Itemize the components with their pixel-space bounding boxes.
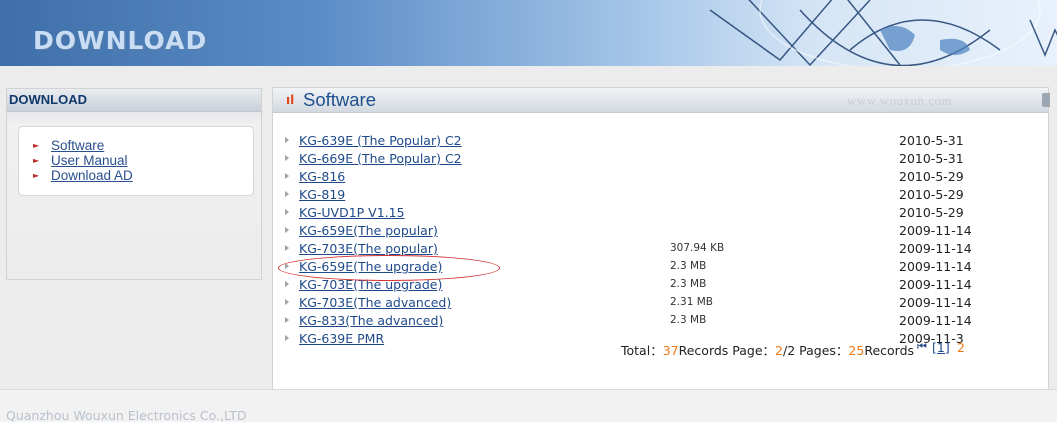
item-size: 2.3 MB [670, 314, 707, 326]
list-item[interactable]: KG-UVD1P V1.15 2010-5-29 [285, 205, 1055, 222]
list-item[interactable]: KG-703E(The advanced) 2.31 MB 2009-11-14 [285, 295, 1055, 312]
item-date: 2010-5-29 [899, 205, 964, 220]
left-sidebar: DOWNLOAD ► Software ► User Manual ► Downloa… [6, 88, 262, 280]
page-link-1[interactable]: [1] [932, 340, 950, 355]
item-date: 2010-5-29 [899, 169, 964, 184]
item-size: 307.94 KB [670, 242, 725, 254]
bullet-icon: ► [33, 141, 40, 150]
sidebar-item-download-ad[interactable]: ► Download AD [33, 168, 253, 183]
pager-per-page: 25 [848, 343, 865, 358]
arrow-right-icon [285, 281, 289, 287]
item-link[interactable]: KG-703E(The advanced) [299, 295, 451, 310]
item-link[interactable]: KG-703E(The popular) [299, 241, 438, 256]
sidebar-menu: ► Software ► User Manual ► Download AD [18, 126, 254, 196]
item-date: 2010-5-29 [899, 187, 964, 202]
list-item[interactable]: KG-639E (The Popular) C2 2010-5-31 [285, 133, 1055, 150]
item-link[interactable]: KG-819 [299, 187, 345, 202]
scroll-tab[interactable] [1042, 93, 1050, 107]
panel-header: ıl Software www.wouxun.com [273, 88, 1050, 113]
list-item[interactable]: KG-659E(The popular) 2009-11-14 [285, 223, 1055, 240]
header-banner: DOWNLOAD [0, 0, 1057, 66]
arrow-right-icon [285, 245, 289, 251]
first-page-icon[interactable]: ⏮ [917, 340, 927, 354]
bar-chart-icon: ıl [286, 93, 295, 107]
item-size: 2.3 MB [670, 278, 707, 290]
item-link[interactable]: KG-833(The advanced) [299, 313, 443, 328]
item-link[interactable]: KG-659E(The popular) [299, 223, 438, 238]
pagination: Total：37Records Page：2/2 Pages：25Records… [621, 340, 965, 359]
pager-total-label: Total： [621, 343, 663, 358]
arrow-right-icon [285, 317, 289, 323]
pager-per-page-label: Records [864, 343, 915, 358]
sidebar-header: DOWNLOAD [7, 89, 261, 112]
arrow-right-icon [285, 299, 289, 305]
pager-pages: /2 Pages： [783, 343, 849, 358]
watermark-text: www.wouxun.com [847, 93, 953, 108]
arrow-right-icon [285, 335, 289, 341]
sidebar-item-software[interactable]: ► Software [33, 138, 253, 153]
pager-records-label: Records Page： [678, 343, 776, 358]
sidebar-link-software[interactable]: Software [51, 138, 104, 153]
arrow-right-icon [285, 191, 289, 197]
highlight-circle [278, 255, 500, 281]
panel-title: Software [303, 89, 377, 110]
arrow-right-icon [285, 155, 289, 161]
item-link[interactable]: KG-UVD1P V1.15 [299, 205, 405, 220]
item-link[interactable]: KG-639E (The Popular) C2 [299, 133, 462, 148]
list-item[interactable]: KG-833(The advanced) 2.3 MB 2009-11-14 [285, 313, 1055, 330]
arrow-right-icon [285, 137, 289, 143]
pager-current: 2 [775, 343, 783, 358]
sidebar-link-user-manual[interactable]: User Manual [51, 153, 128, 168]
sidebar-item-user-manual[interactable]: ► User Manual [33, 153, 253, 168]
item-date: 2009-11-14 [899, 223, 972, 238]
sidebar-link-download-ad[interactable]: Download AD [51, 168, 133, 183]
arrow-right-icon [285, 227, 289, 233]
item-link[interactable]: KG-669E (The Popular) C2 [299, 151, 462, 166]
arrow-right-icon [285, 173, 289, 179]
list-item[interactable]: KG-816 2010-5-29 [285, 169, 1055, 186]
list-item[interactable]: KG-819 2010-5-29 [285, 187, 1055, 204]
item-link[interactable]: KG-639E PMR [299, 331, 384, 346]
item-date: 2009-11-14 [899, 241, 972, 256]
globe-graphic [709, 0, 1057, 66]
pager-total: 37 [662, 343, 679, 358]
item-size: 2.3 MB [670, 260, 707, 272]
item-date: 2009-11-14 [899, 277, 972, 292]
item-link[interactable]: KG-816 [299, 169, 345, 184]
item-date: 2010-5-31 [899, 133, 964, 148]
item-date: 2009-11-14 [899, 313, 972, 328]
item-date: 2009-11-14 [899, 259, 972, 274]
footer: Quanzhou Wouxun Electronics Co.,LTD [0, 389, 1057, 423]
bullet-icon: ► [33, 171, 40, 180]
bullet-icon: ► [33, 156, 40, 165]
content-area: DOWNLOAD ► Software ► User Manual ► Downloa… [0, 66, 1057, 421]
arrow-right-icon [285, 209, 289, 215]
banner-title: DOWNLOAD [33, 26, 208, 55]
item-date: 2010-5-31 [899, 151, 964, 166]
item-date: 2009-11-14 [899, 295, 972, 310]
software-panel: ıl Software www.wouxun.com KG-639E (The … [272, 87, 1050, 409]
page-current-2: 2 [957, 340, 965, 355]
item-size: 2.31 MB [670, 296, 713, 308]
list-item[interactable]: KG-669E (The Popular) C2 2010-5-31 [285, 151, 1055, 168]
